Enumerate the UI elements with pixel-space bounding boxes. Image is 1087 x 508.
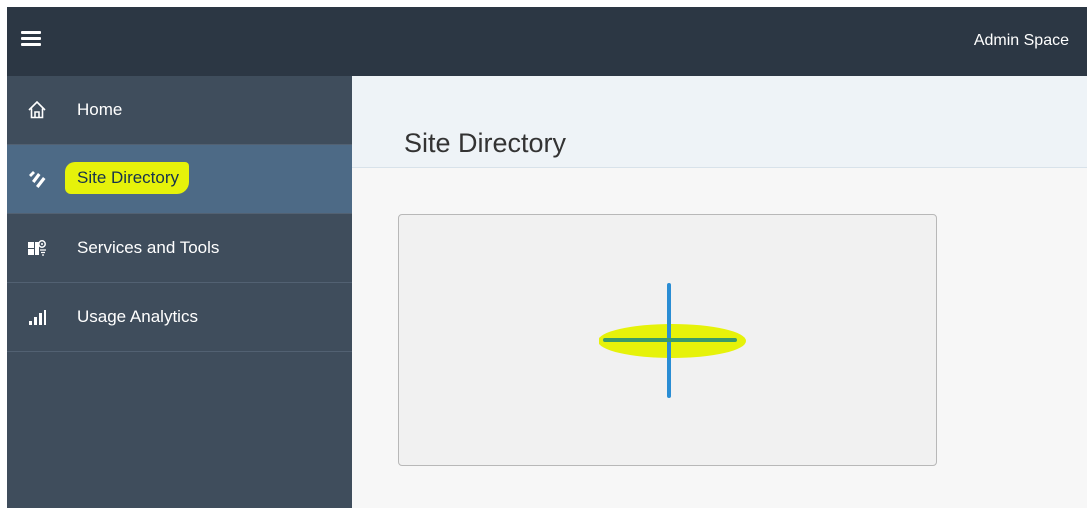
plus-icon <box>598 283 749 398</box>
hamburger-menu-icon[interactable] <box>21 31 41 47</box>
sidebar-item-usage-analytics[interactable]: Usage Analytics <box>7 283 352 352</box>
services-tools-icon <box>27 238 47 258</box>
sidebar-item-site-directory[interactable]: Site Directory <box>7 145 352 214</box>
site-directory-icon <box>27 169 47 189</box>
bar-chart-icon <box>27 307 47 327</box>
sidebar-item-services-and-tools[interactable]: Services and Tools <box>7 214 352 283</box>
sidebar-item-home[interactable]: Home <box>7 76 352 145</box>
main-content: Site Directory <box>352 76 1087 508</box>
sidebar: Home Site Directory Services and Tools U… <box>7 76 352 508</box>
top-bar: Admin Space <box>7 7 1087 76</box>
sidebar-item-label: Usage Analytics <box>77 307 198 326</box>
home-icon <box>27 100 47 120</box>
add-site-tile[interactable] <box>398 214 937 466</box>
page-title: Site Directory <box>404 128 567 158</box>
page-header: Site Directory <box>352 76 1087 168</box>
app-frame: Admin Space Home Site Directory Services… <box>0 0 1087 508</box>
sidebar-item-label: Site Directory <box>65 162 190 194</box>
space-name: Admin Space <box>973 32 1069 49</box>
sidebar-item-label: Services and Tools <box>77 238 220 257</box>
sidebar-item-label: Home <box>77 100 123 119</box>
